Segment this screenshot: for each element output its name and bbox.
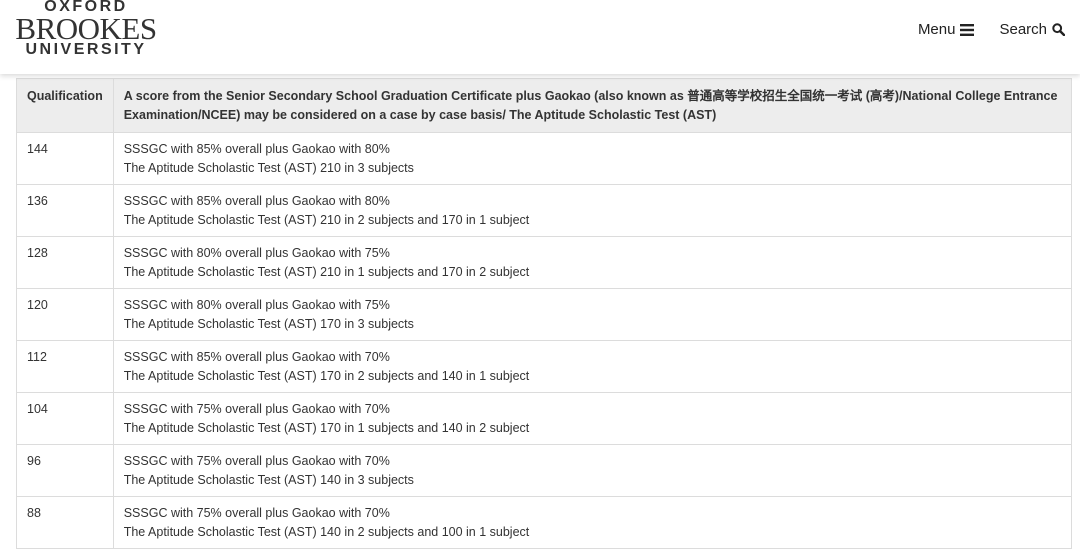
requirement-cell: SSSGC with 75% overall plus Gaokao with … [112, 496, 1073, 549]
table-row: 128 SSSGC with 80% overall plus Gaokao wi… [16, 236, 1073, 289]
qualification-points-cell: 144 [16, 132, 114, 185]
requirement-cell: SSSGC with 75% overall plus Gaokao with … [112, 392, 1073, 445]
table-row: 96 SSSGC with 75% overall plus Gaokao wit… [16, 444, 1073, 497]
sssgc-requirement-text: SSSGC with 75% overall plus Gaokao with … [123, 506, 390, 520]
qualification-points-cell: 88 [16, 496, 114, 549]
sssgc-requirement-text: SSSGC with 85% overall plus Gaokao with … [123, 350, 390, 364]
column-header-qualification: Qualification [16, 78, 114, 133]
qualification-points-cell: 96 [16, 444, 114, 497]
entry-requirements-table: Qualification A score from the Senior Se… [16, 78, 1073, 549]
qualification-points-cell: 104 [16, 392, 114, 445]
logo-line-university: UNIVERSITY [25, 41, 147, 58]
requirement-cell: SSSGC with 85% overall plus Gaokao with … [112, 184, 1073, 237]
menu-label: Menu [917, 21, 956, 38]
requirement-cell: SSSGC with 75% overall plus Gaokao with … [112, 444, 1073, 497]
qualification-points-cell: 120 [16, 288, 114, 341]
column-header-requirement: A score from the Senior Secondary School… [112, 78, 1073, 133]
ast-requirement-text: The Aptitude Scholastic Test (AST) 170 i… [123, 369, 530, 383]
sssgc-requirement-text: SSSGC with 75% overall plus Gaokao with … [123, 454, 390, 468]
search-icon [1052, 23, 1065, 36]
qualification-points-cell: 112 [16, 340, 114, 393]
site-header: OXFORD BROOKES UNIVERSITY Menu Search [0, 0, 1080, 74]
qualification-points-cell: 128 [16, 236, 114, 289]
sssgc-requirement-text: SSSGC with 75% overall plus Gaokao with … [123, 402, 390, 416]
oxford-brookes-logo[interactable]: OXFORD BROOKES UNIVERSITY [15, 0, 157, 58]
main-content: Qualification A score from the Senior Se… [16, 78, 1073, 549]
table-row: 144 SSSGC with 85% overall plus Gaokao wi… [16, 132, 1073, 185]
table-header-row: Qualification A score from the Senior Se… [16, 78, 1073, 133]
header-nav: Menu Search [918, 21, 1065, 38]
requirement-cell: SSSGC with 80% overall plus Gaokao with … [112, 288, 1073, 341]
ast-requirement-text: The Aptitude Scholastic Test (AST) 140 i… [123, 525, 530, 539]
ast-requirement-text: The Aptitude Scholastic Test (AST) 210 i… [123, 265, 530, 279]
qualification-points-cell: 136 [16, 184, 114, 237]
sssgc-requirement-text: SSSGC with 85% overall plus Gaokao with … [123, 142, 390, 156]
requirement-cell: SSSGC with 85% overall plus Gaokao with … [112, 132, 1073, 185]
search-button[interactable]: Search [999, 21, 1065, 38]
table-row: 112 SSSGC with 85% overall plus Gaokao wi… [16, 340, 1073, 393]
logo-line-brookes: BROOKES [15, 11, 157, 46]
table-row: 104 SSSGC with 75% overall plus Gaokao wi… [16, 392, 1073, 445]
search-label: Search [999, 21, 1047, 38]
ast-requirement-text: The Aptitude Scholastic Test (AST) 210 i… [123, 213, 530, 227]
ast-requirement-text: The Aptitude Scholastic Test (AST) 210 i… [123, 161, 414, 175]
ast-requirement-text: The Aptitude Scholastic Test (AST) 140 i… [123, 473, 414, 487]
sssgc-requirement-text: SSSGC with 80% overall plus Gaokao with … [123, 298, 390, 312]
hamburger-icon [960, 23, 975, 36]
ast-requirement-text: The Aptitude Scholastic Test (AST) 170 i… [123, 317, 414, 331]
requirement-cell: SSSGC with 80% overall plus Gaokao with … [112, 236, 1073, 289]
menu-button[interactable]: Menu [918, 21, 975, 38]
sssgc-requirement-text: SSSGC with 85% overall plus Gaokao with … [123, 194, 390, 208]
requirement-cell: SSSGC with 85% overall plus Gaokao with … [112, 340, 1073, 393]
ast-requirement-text: The Aptitude Scholastic Test (AST) 170 i… [123, 421, 530, 435]
table-row: 120 SSSGC with 80% overall plus Gaokao wi… [16, 288, 1073, 341]
sssgc-requirement-text: SSSGC with 80% overall plus Gaokao with … [123, 246, 390, 260]
table-row: 88 SSSGC with 75% overall plus Gaokao wit… [16, 496, 1073, 549]
table-row: 136 SSSGC with 85% overall plus Gaokao wi… [16, 184, 1073, 237]
